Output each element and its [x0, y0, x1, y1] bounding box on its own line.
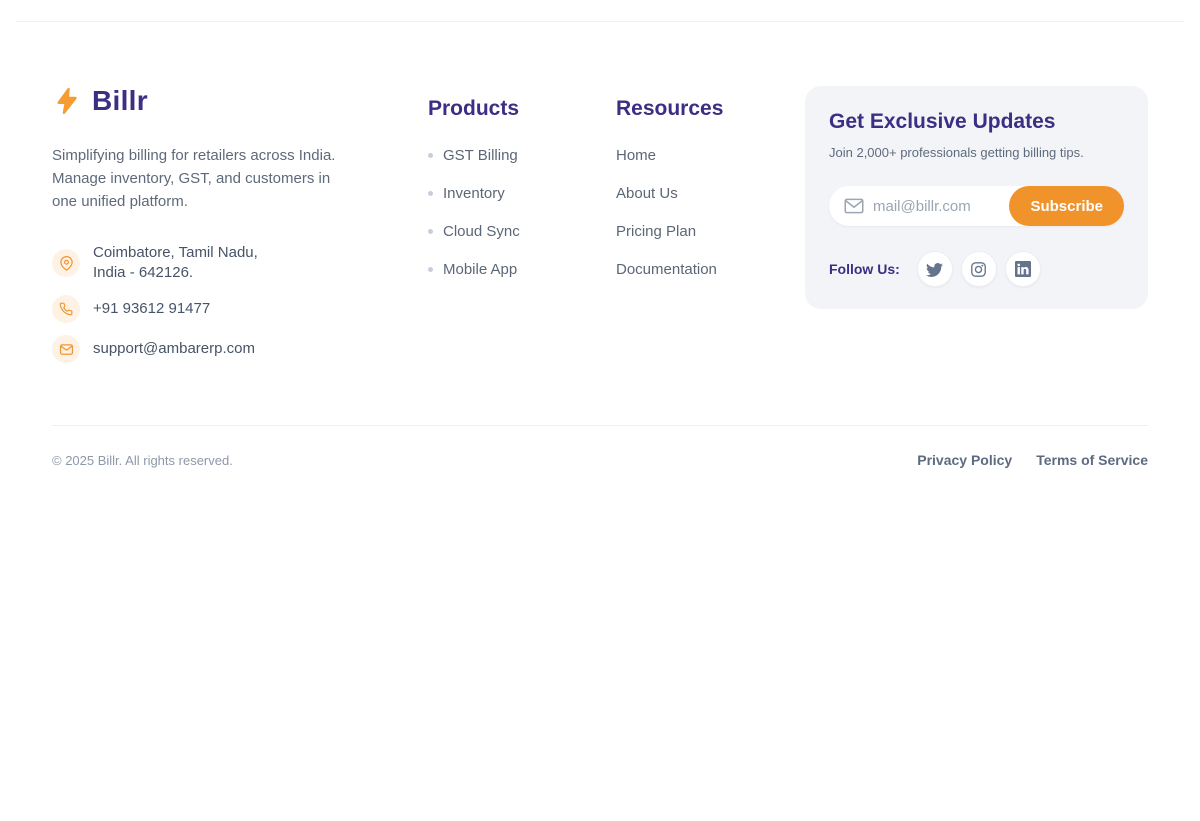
list-item: GST Billing — [428, 147, 616, 164]
resource-link-about-us[interactable]: About Us — [616, 185, 678, 202]
contact-phone-text: +91 93612 91477 — [93, 299, 210, 319]
brand-name: Billr — [92, 85, 148, 117]
list-item: Cloud Sync — [428, 223, 616, 240]
contact-address-text: Coimbatore, Tamil Nadu, India - 642126. — [93, 243, 258, 283]
terms-of-service-link[interactable]: Terms of Service — [1036, 452, 1148, 468]
resources-link-list: Home About Us Pricing Plan Documentation — [616, 147, 805, 278]
phone-icon — [52, 295, 80, 323]
copyright-text: © 2025 Billr. All rights reserved. — [52, 453, 233, 468]
list-item: Home — [616, 147, 805, 164]
resources-heading: Resources — [616, 97, 805, 121]
twitter-icon — [926, 261, 943, 278]
contact-list: Coimbatore, Tamil Nadu, India - 642126. … — [52, 243, 428, 363]
newsletter-subtitle: Join 2,000+ professionals getting billin… — [829, 145, 1124, 160]
list-item: Documentation — [616, 261, 805, 278]
list-item: Mobile App — [428, 261, 616, 278]
products-heading: Products — [428, 97, 616, 121]
linkedin-button[interactable] — [1005, 251, 1041, 287]
resource-link-documentation[interactable]: Documentation — [616, 261, 717, 278]
contact-email: support@ambarerp.com — [52, 335, 428, 363]
brand-description-line: Simplifying billing for retailers across… — [52, 144, 372, 167]
contact-phone: +91 93612 91477 — [52, 295, 428, 323]
instagram-icon — [970, 261, 987, 278]
list-item: About Us — [616, 185, 805, 202]
products-link-list: GST Billing Inventory Cloud Sync Mobile … — [428, 147, 616, 278]
bullet-dot-icon — [428, 153, 433, 158]
brand-description-line: Manage inventory, GST, and customers in — [52, 167, 372, 190]
newsletter-card: Get Exclusive Updates Join 2,000+ profes… — [805, 86, 1148, 309]
footer-grid: Billr Simplifying billing for retailers … — [0, 22, 1200, 363]
bullet-dot-icon — [428, 191, 433, 196]
address-line: Coimbatore, Tamil Nadu, — [93, 243, 258, 263]
product-link-inventory[interactable]: Inventory — [443, 185, 505, 202]
address-line: India - 642126. — [93, 263, 258, 283]
footer-column-products: Products GST Billing Inventory Cloud Syn… — [428, 85, 616, 278]
mail-icon — [52, 335, 80, 363]
product-link-mobile-app[interactable]: Mobile App — [443, 261, 517, 278]
list-item: Pricing Plan — [616, 223, 805, 240]
bottom-bar: © 2025 Billr. All rights reserved. Priva… — [0, 426, 1200, 468]
subscribe-button[interactable]: Subscribe — [1009, 186, 1124, 226]
legal-links: Privacy Policy Terms of Service — [917, 452, 1148, 468]
product-link-gst-billing[interactable]: GST Billing — [443, 147, 518, 164]
lightning-bolt-icon — [52, 86, 82, 116]
linkedin-icon — [1015, 261, 1031, 277]
follow-us-label: Follow Us: — [829, 261, 900, 277]
contact-email-text: support@ambarerp.com — [93, 339, 255, 359]
twitter-button[interactable] — [917, 251, 953, 287]
brand-logo: Billr — [52, 85, 428, 117]
newsletter-form: Subscribe — [829, 186, 1124, 226]
follow-row: Follow Us: — [829, 251, 1124, 287]
footer-column-resources: Resources Home About Us Pricing Plan Doc… — [616, 85, 805, 278]
privacy-policy-link[interactable]: Privacy Policy — [917, 452, 1012, 468]
resource-link-home[interactable]: Home — [616, 147, 656, 164]
brand-description: Simplifying billing for retailers across… — [52, 144, 372, 213]
newsletter-title: Get Exclusive Updates — [829, 110, 1124, 134]
location-pin-icon — [52, 249, 80, 277]
bullet-dot-icon — [428, 267, 433, 272]
brand-column: Billr Simplifying billing for retailers … — [52, 85, 428, 363]
list-item: Inventory — [428, 185, 616, 202]
resource-link-pricing-plan[interactable]: Pricing Plan — [616, 223, 696, 240]
bullet-dot-icon — [428, 229, 433, 234]
mail-input-icon — [844, 198, 864, 214]
product-link-cloud-sync[interactable]: Cloud Sync — [443, 223, 520, 240]
brand-description-line: one unified platform. — [52, 190, 372, 213]
site-footer: Billr Simplifying billing for retailers … — [0, 22, 1200, 468]
contact-address: Coimbatore, Tamil Nadu, India - 642126. — [52, 243, 428, 283]
instagram-button[interactable] — [961, 251, 997, 287]
